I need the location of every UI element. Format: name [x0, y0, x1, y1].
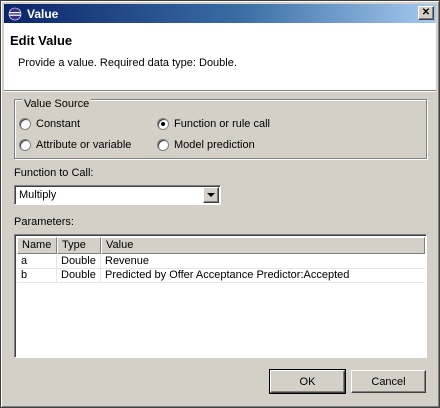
radio-constant[interactable]: Constant	[19, 116, 80, 132]
page-title: Edit Value	[10, 33, 73, 48]
eclipse-icon	[7, 6, 23, 22]
cell-name: a	[17, 255, 57, 268]
parameters-label: Parameters:	[14, 216, 74, 228]
close-button[interactable]: ✕	[418, 6, 434, 20]
chevron-down-icon	[207, 192, 215, 197]
radio-label-constant: Constant	[36, 118, 81, 130]
close-icon: ✕	[421, 7, 431, 18]
radio-button-selected[interactable]	[157, 118, 169, 130]
dropdown-button[interactable]	[203, 187, 219, 203]
dialog-header: Edit Value Provide a value. Required dat…	[4, 23, 436, 91]
radio-attribute-variable[interactable]: Attribute or variable	[19, 137, 131, 153]
cancel-button[interactable]: Cancel	[351, 370, 426, 393]
cell-type: Double	[57, 255, 101, 268]
table-row[interactable]: a Double Revenue	[17, 255, 425, 269]
radio-label-model: Model prediction	[174, 139, 255, 151]
cell-value: Revenue	[105, 255, 150, 267]
column-header-name[interactable]: Name	[17, 237, 57, 254]
radio-label-attribute: Attribute or variable	[36, 139, 132, 151]
radio-button[interactable]	[157, 139, 169, 151]
table-header: Name Type Value	[17, 237, 425, 254]
radio-button[interactable]	[19, 118, 31, 130]
ok-button[interactable]: OK	[269, 369, 346, 394]
radio-model-prediction[interactable]: Model prediction	[157, 137, 255, 153]
cell-value: Predicted by Offer Acceptance Predictor:…	[105, 269, 350, 281]
function-label: Function to Call:	[14, 167, 94, 179]
cancel-button-label: Cancel	[371, 375, 406, 388]
title-bar[interactable]: Value ✕	[4, 4, 436, 23]
column-header-type[interactable]: Type	[57, 237, 101, 254]
value-source-legend: Value Source	[22, 98, 92, 110]
cell-name: b	[17, 269, 57, 282]
column-header-value[interactable]: Value	[101, 237, 425, 254]
parameters-table[interactable]: Name Type Value a Double Revenue b Doubl…	[14, 234, 427, 358]
cell-type: Double	[57, 269, 101, 282]
radio-button[interactable]	[19, 139, 31, 151]
radio-label-function: Function or rule call	[174, 118, 270, 130]
function-selected-value: Multiply	[19, 189, 57, 201]
ok-button-label: OK	[299, 375, 316, 388]
table-row[interactable]: b Double Predicted by Offer Acceptance P…	[17, 269, 425, 283]
header-divider	[4, 91, 436, 92]
header-message: Provide a value. Required data type: Dou…	[18, 57, 237, 69]
window-title: Value	[27, 6, 59, 21]
radio-function-call[interactable]: Function or rule call	[157, 116, 270, 132]
value-dialog: Value ✕ Edit Value Provide a value. Requ…	[0, 0, 440, 408]
function-dropdown[interactable]: Multiply	[14, 185, 221, 205]
